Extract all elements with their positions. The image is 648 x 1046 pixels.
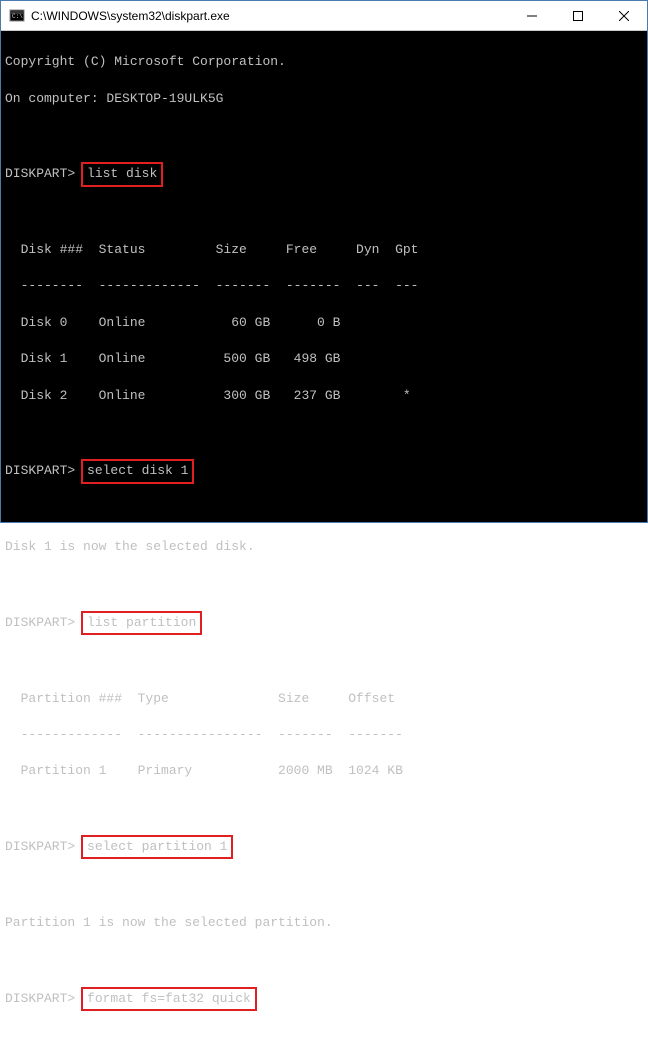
prompt: DISKPART>	[5, 615, 75, 630]
blank-line	[5, 950, 647, 968]
app-icon: C:\	[9, 8, 25, 24]
disk-table-header: Disk ### Status Size Free Dyn Gpt	[5, 241, 647, 259]
disk-selected-msg: Disk 1 is now the selected disk.	[5, 538, 647, 556]
command-highlight: list partition	[81, 611, 202, 635]
close-button[interactable]	[601, 1, 647, 30]
blank-line	[5, 1029, 647, 1046]
prompt-line: DISKPART> select disk 1	[5, 459, 647, 483]
disk-table-divider: -------- ------------- ------- ------- -…	[5, 277, 647, 295]
terminal-output[interactable]: Copyright (C) Microsoft Corporation. On …	[1, 31, 647, 522]
disk-row: Disk 0 Online 60 GB 0 B	[5, 314, 647, 332]
window-title: C:\WINDOWS\system32\diskpart.exe	[31, 9, 509, 23]
command-highlight: list disk	[81, 162, 163, 186]
copyright-line: Copyright (C) Microsoft Corporation.	[5, 53, 647, 71]
blank-line	[5, 126, 647, 144]
title-bar: C:\ C:\WINDOWS\system32\diskpart.exe	[1, 1, 647, 31]
partition-selected-msg: Partition 1 is now the selected partitio…	[5, 914, 647, 932]
prompt: DISKPART>	[5, 166, 75, 181]
command-highlight: select partition 1	[81, 835, 233, 859]
maximize-button[interactable]	[555, 1, 601, 30]
partition-table-divider: ------------- ---------------- ------- -…	[5, 726, 647, 744]
command-highlight: format fs=fat32 quick	[81, 987, 257, 1011]
blank-line	[5, 799, 647, 817]
prompt-line: DISKPART> format fs=fat32 quick	[5, 987, 647, 1011]
window-controls	[509, 1, 647, 30]
svg-text:C:\: C:\	[12, 13, 23, 20]
prompt-line: DISKPART> select partition 1	[5, 835, 647, 859]
computer-line: On computer: DESKTOP-19ULK5G	[5, 90, 647, 108]
blank-line	[5, 574, 647, 592]
partition-row: Partition 1 Primary 2000 MB 1024 KB	[5, 762, 647, 780]
prompt: DISKPART>	[5, 839, 75, 854]
disk-row: Disk 1 Online 500 GB 498 GB	[5, 350, 647, 368]
command-highlight: select disk 1	[81, 459, 194, 483]
blank-line	[5, 877, 647, 895]
prompt-line: DISKPART> list disk	[5, 162, 647, 186]
minimize-button[interactable]	[509, 1, 555, 30]
prompt: DISKPART>	[5, 991, 75, 1006]
blank-line	[5, 423, 647, 441]
partition-table-header: Partition ### Type Size Offset	[5, 690, 647, 708]
blank-line	[5, 205, 647, 223]
disk-row: Disk 2 Online 300 GB 237 GB *	[5, 387, 647, 405]
blank-line	[5, 502, 647, 520]
prompt-line: DISKPART> list partition	[5, 611, 647, 635]
prompt: DISKPART>	[5, 463, 75, 478]
blank-line	[5, 653, 647, 671]
